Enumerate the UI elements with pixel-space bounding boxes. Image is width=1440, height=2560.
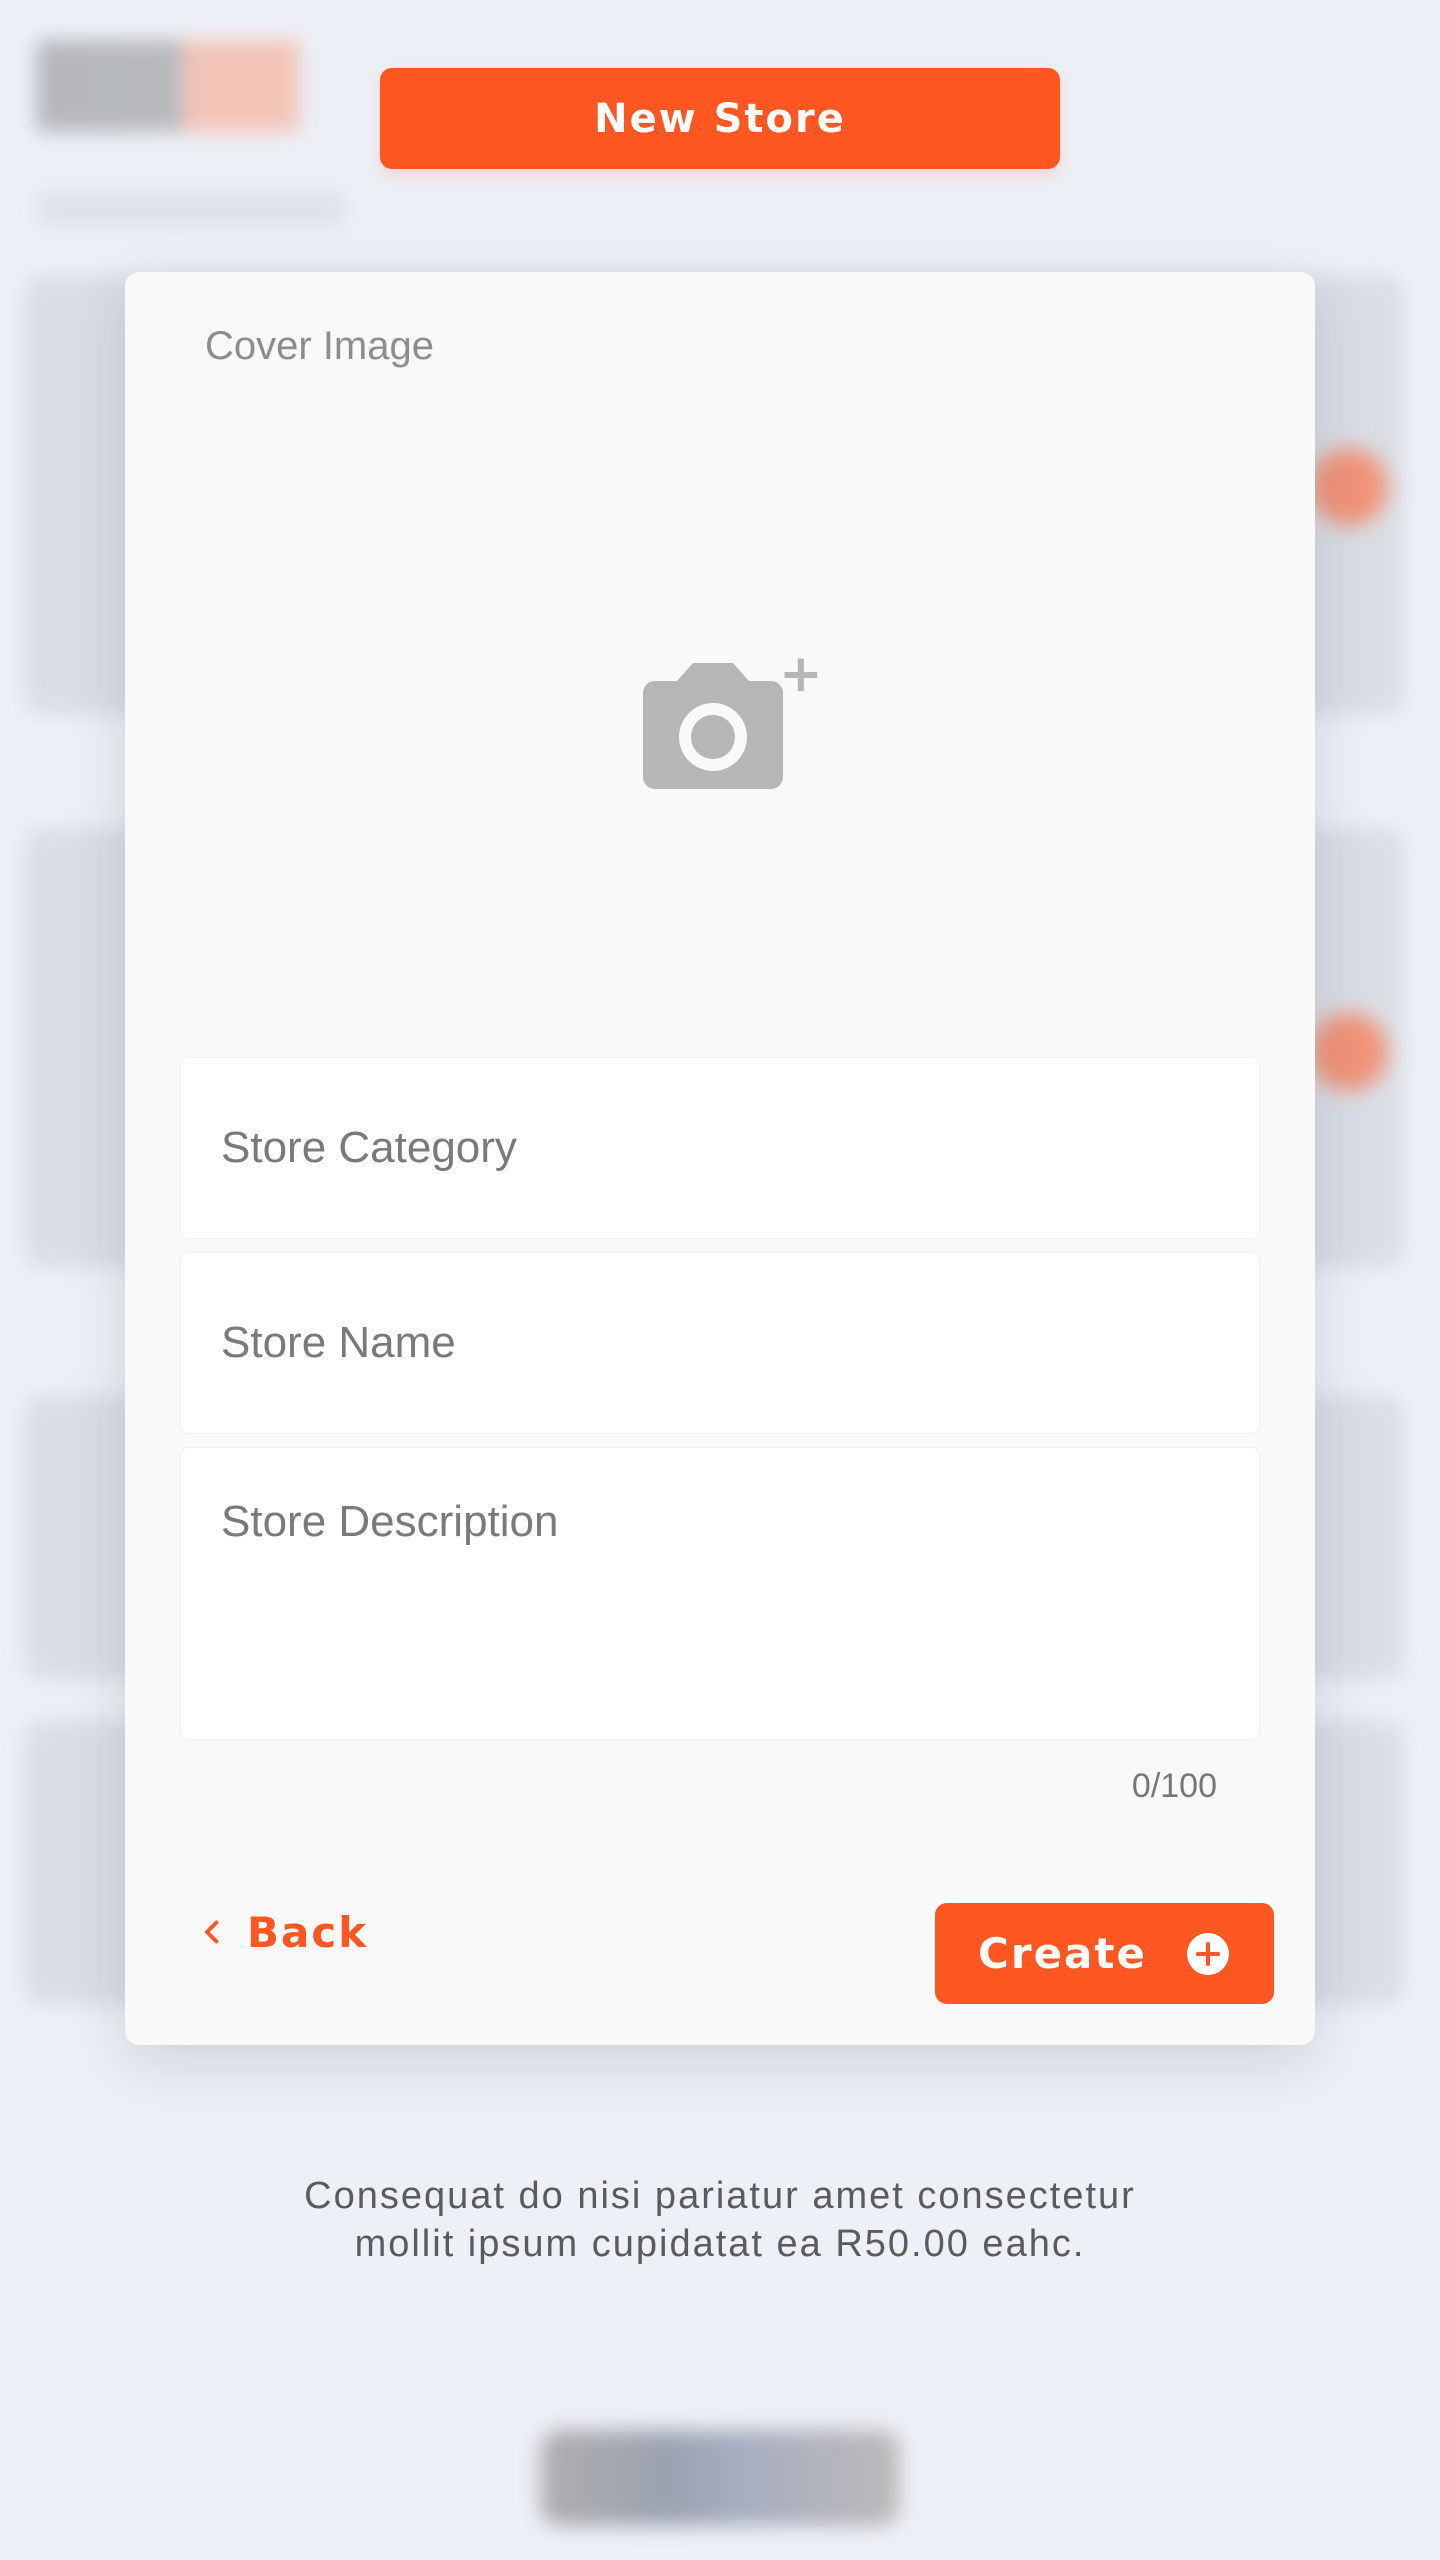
store-description-field[interactable]: [180, 1447, 1260, 1740]
background-fab: [1310, 1013, 1388, 1091]
footer-note-line-1: Consequat do nisi pariatur amet consecte…: [304, 2175, 1136, 2217]
chevron-left-icon: [195, 1915, 229, 1949]
background-bottom-nav: [540, 2430, 900, 2526]
cover-image-upload[interactable]: +1: [545, 612, 895, 842]
cover-image-label: Cover Image: [205, 324, 434, 368]
background-heading: [36, 190, 346, 228]
footer-note: Consequat do nisi pariatur amet consecte…: [220, 2172, 1220, 2268]
store-category-input[interactable]: [181, 1058, 1259, 1238]
create-store-button[interactable]: Create: [935, 1903, 1274, 2004]
store-name-field[interactable]: [180, 1252, 1260, 1434]
create-label: Create: [978, 1929, 1147, 1978]
store-category-field[interactable]: [180, 1057, 1260, 1239]
camera-plus-icon: +1: [643, 647, 825, 789]
cover-image-badge: +1: [779, 647, 825, 704]
back-button[interactable]: Back: [195, 1882, 368, 1982]
background-fab: [1310, 448, 1388, 526]
plus-circle-icon: [1185, 1931, 1231, 1977]
new-store-button[interactable]: New Store: [380, 68, 1060, 169]
back-label: Back: [247, 1907, 369, 1957]
footer-note-line-2: mollit ipsum cupidatat ea R50.00 eahc.: [354, 2223, 1086, 2265]
new-store-modal: Cover Image +1 0/100 Back Crea: [125, 272, 1315, 2045]
description-character-counter: 0/100: [1131, 1767, 1217, 1805]
background-logo: [36, 40, 300, 132]
store-description-textarea[interactable]: [181, 1448, 1259, 1739]
store-name-input[interactable]: [181, 1253, 1259, 1433]
